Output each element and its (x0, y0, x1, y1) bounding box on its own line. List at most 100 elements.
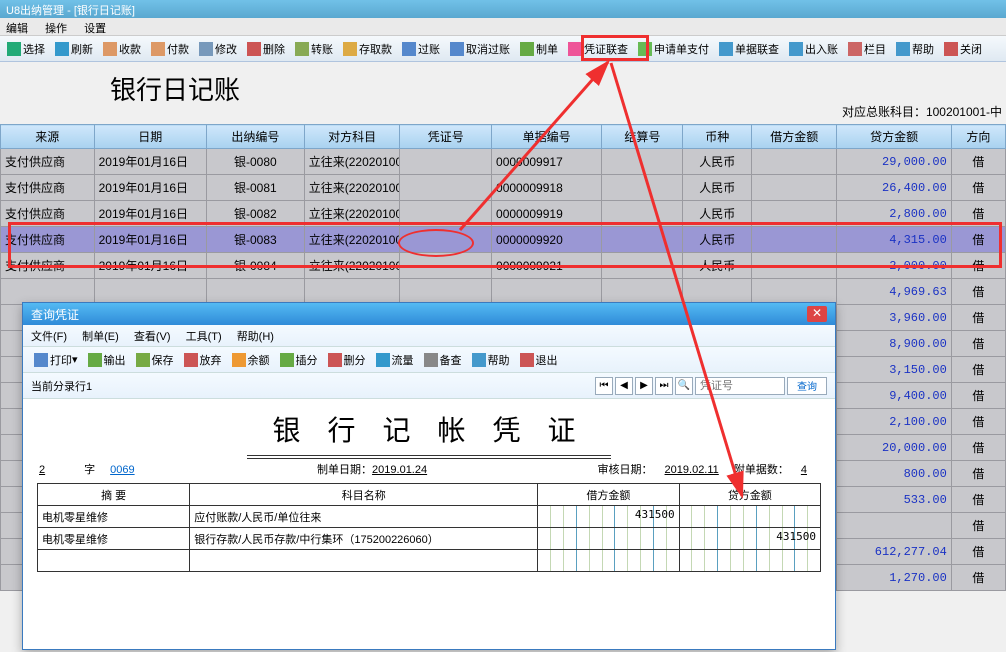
cell-cr: 29,000.00 (837, 149, 951, 175)
mtb-balance-label: 余额 (248, 352, 270, 368)
col-header[interactable]: 借方金额 (752, 125, 837, 149)
mtb-note-button[interactable]: 备查 (420, 349, 466, 371)
mtb-delline-button[interactable]: 删分 (324, 349, 370, 371)
subject-cell: 应付账款/人民币/单位往来 (190, 506, 538, 528)
col-header[interactable]: 贷方金额 (837, 125, 951, 149)
table-row[interactable]: 支付供应商2019年01月16日银-0081立往来(22020100 000000… (1, 175, 1006, 201)
nav-last-icon[interactable]: ⏭ (655, 377, 673, 395)
voucher-dialog: 查询凭证 ✕ 文件(F) 制单(E) 查看(V) 工具(T) 帮助(H) 打印 … (22, 302, 836, 650)
table-row[interactable]: 4,969.63借 (1, 279, 1006, 305)
col-header[interactable]: 结算号 (602, 125, 683, 149)
nav-prev-icon[interactable]: ◀ (615, 377, 633, 395)
mtb-print-button[interactable]: 打印 ▾ (30, 349, 82, 371)
table-row[interactable]: 支付供应商2019年01月16日银-0082立往来(22020100000000… (1, 201, 1006, 227)
voucher-search-input[interactable] (695, 377, 785, 395)
tb-edit-button[interactable]: 修改 (195, 38, 241, 60)
dmenu-file[interactable]: 文件(F) (31, 331, 67, 343)
table-row[interactable]: 支付供应商2019年01月16日银-0080立往来(22020100000000… (1, 149, 1006, 175)
tb-select-button[interactable]: 选择 (3, 38, 49, 60)
col-header[interactable]: 出纳编号 (206, 125, 304, 149)
cell-bill: 0000009919 (492, 201, 602, 227)
tb-bill-link-button[interactable]: 单据联查 (715, 38, 783, 60)
tb-make-button[interactable]: 制单 (516, 38, 562, 60)
search-button[interactable]: 查询 (787, 377, 827, 395)
tb-post-button[interactable]: 过账 (398, 38, 444, 60)
mtb-save-button[interactable]: 保存 (132, 349, 178, 371)
close-icon[interactable]: ✕ (807, 306, 827, 322)
summary-cell (38, 550, 190, 572)
amount-cell: 431500 (679, 528, 820, 550)
dmenu-tool[interactable]: 工具(T) (186, 331, 222, 343)
dmenu-make[interactable]: 制单(E) (82, 331, 119, 343)
tb-in-button[interactable]: 出入账 (785, 38, 842, 60)
voucher-row: 电机零星维修应付账款/人民币/单位往来431500 (38, 506, 821, 528)
col-header[interactable]: 单据编号 (492, 125, 602, 149)
cell-subj: 立往来(22020100 (304, 175, 400, 201)
menu-operate[interactable]: 操作 (45, 23, 67, 35)
window-title: U8出纳管理 - [银行日记账] (6, 5, 135, 17)
cell-cr: 800.00 (837, 461, 951, 487)
col-header[interactable]: 方向 (951, 125, 1005, 149)
mtb-balance-button[interactable]: 余额 (228, 349, 274, 371)
cell-dir: 借 (951, 409, 1005, 435)
nav-first-icon[interactable]: ⏮ (595, 377, 613, 395)
cell-src: 支付供应商 (1, 175, 95, 201)
search-icon[interactable]: 🔍 (675, 377, 693, 395)
seq-value: 2 (39, 464, 69, 476)
mtb-export-label: 输出 (104, 352, 126, 368)
dialog-titlebar[interactable]: 查询凭证 ✕ (23, 303, 835, 325)
tb-receive-button[interactable]: 收款 (99, 38, 145, 60)
tb-unpost-button[interactable]: 取消过账 (446, 38, 514, 60)
mtb-exit-button[interactable]: 退出 (516, 349, 562, 371)
dmenu-view[interactable]: 查看(V) (134, 331, 171, 343)
mtb-insert-button[interactable]: 插分 (276, 349, 322, 371)
receive-icon (103, 42, 117, 56)
tb-apply-pay-button[interactable]: 申请单支付 (634, 38, 713, 60)
amount-value: 431500 (635, 508, 675, 521)
tb-voucher-link-button[interactable]: 凭证联查 (564, 38, 632, 60)
tb-refresh-button[interactable]: 刷新 (51, 38, 97, 60)
balance-icon (232, 353, 246, 367)
mtb-flow-label: 流量 (392, 352, 414, 368)
tb-cols-button[interactable]: 栏目 (844, 38, 890, 60)
table-row[interactable]: 支付供应商2019年01月16日银-0084立往来(22020100000000… (1, 253, 1006, 279)
menu-edit[interactable]: 编辑 (6, 23, 28, 35)
audit-date-value: 2019.02.11 (665, 464, 719, 476)
tb-refresh-label: 刷新 (71, 41, 93, 57)
nav-next-icon[interactable]: ▶ (635, 377, 653, 395)
mtb-export-button[interactable]: 输出 (84, 349, 130, 371)
tb-close-button[interactable]: 关闭 (940, 38, 986, 60)
col-header[interactable]: 币种 (683, 125, 752, 149)
subject-cell: 银行存款/人民币存款/中行集环（175200226060） (190, 528, 538, 550)
col-header[interactable]: 凭证号 (400, 125, 492, 149)
tb-delete-button[interactable]: 删除 (243, 38, 289, 60)
mtb-help-button[interactable]: 帮助 (468, 349, 514, 371)
col-header[interactable]: 来源 (1, 125, 95, 149)
cell-cr: 2,000.00 (837, 253, 951, 279)
cell-date: 2019年01月16日 (94, 175, 206, 201)
col-header[interactable]: 对方科目 (304, 125, 400, 149)
cell-ccy: 人民币 (683, 253, 752, 279)
vcol-header: 借方金额 (538, 484, 679, 506)
table-row[interactable]: 支付供应商2019年01月16日银-0083立往来(22020100000000… (1, 227, 1006, 253)
cell-cr: 4,315.00 (837, 227, 951, 253)
amount-cell (679, 506, 820, 528)
mtb-abandon-button[interactable]: 放弃 (180, 349, 226, 371)
title-bar: U8出纳管理 - [银行日记账] (0, 0, 1006, 18)
cell-bill: 0000009918 (492, 175, 602, 201)
cell-ccy (683, 279, 752, 305)
tb-help-button[interactable]: 帮助 (892, 38, 938, 60)
voucher-link-icon (568, 42, 582, 56)
cell-no: 银-0081 (206, 175, 304, 201)
tb-cash-button[interactable]: 存取款 (339, 38, 396, 60)
tb-transfer-button[interactable]: 转账 (291, 38, 337, 60)
cell-subj: 立往来(22020100 (304, 201, 400, 227)
mtb-flow-button[interactable]: 流量 (372, 349, 418, 371)
cell-dir: 借 (951, 539, 1005, 565)
col-header[interactable]: 日期 (94, 125, 206, 149)
amount-value: 431500 (776, 530, 816, 543)
tb-bill-link-label: 单据联查 (735, 41, 779, 57)
dmenu-help[interactable]: 帮助(H) (237, 331, 274, 343)
menu-settings[interactable]: 设置 (84, 23, 106, 35)
tb-pay-button[interactable]: 付款 (147, 38, 193, 60)
